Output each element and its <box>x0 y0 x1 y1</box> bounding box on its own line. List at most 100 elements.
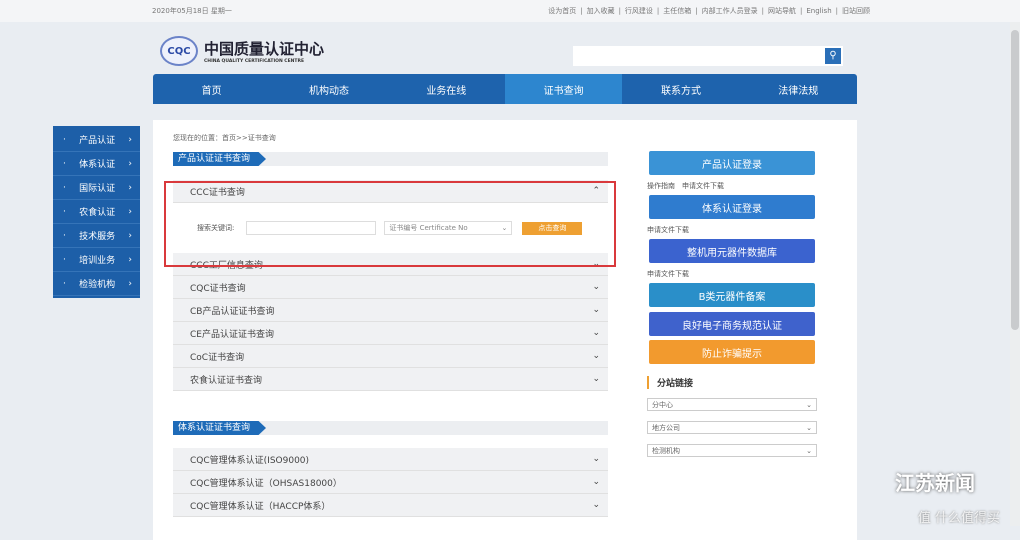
logo-cn: 中国质量认证中心 <box>204 40 325 58</box>
chevron-right-icon: › <box>128 158 132 169</box>
accordion-item-label: CQC管理体系认证（OHSAS18000） <box>190 478 342 489</box>
header: CQC 中国质量认证中心 CHINA QUALITY CERTIFICATION … <box>160 36 860 72</box>
sidebar-item-label: 检验机构 <box>79 280 116 290</box>
scrollbar-thumb[interactable] <box>1011 30 1019 330</box>
sidebar-item[interactable]: · 技术服务 › <box>53 224 140 248</box>
nav-item[interactable]: 机构动态 <box>270 74 387 104</box>
main-nav: 首页 机构动态 业务在线 证书查询 联系方式 法律法规 <box>153 74 857 104</box>
branch-links-title: 分站链接 <box>647 376 693 389</box>
chevron-right-icon: › <box>128 230 132 241</box>
test-org-select[interactable]: 检测机构 ⌄ <box>647 444 817 457</box>
chevron-down-icon: ⌄ <box>806 423 812 432</box>
sidebar-item-label: 产品认证 <box>79 136 116 146</box>
bullet-icon: · <box>63 158 66 169</box>
bullet-icon: · <box>63 206 66 217</box>
cqc-logo-icon: CQC <box>160 36 198 66</box>
section-title: 产品认证证书查询 <box>173 152 267 166</box>
sidebar-item[interactable]: · 检验机构 › <box>53 272 140 296</box>
bullet-icon: · <box>63 134 66 145</box>
bullet-icon: · <box>63 230 66 241</box>
divider: | <box>618 7 621 15</box>
bullet-icon: · <box>63 182 66 193</box>
nav-item[interactable]: 业务在线 <box>388 74 505 104</box>
breadcrumb: 您现在的位置：首页>>证书查询 <box>173 134 276 142</box>
accordion-item-label: CQC证书查询 <box>190 283 246 294</box>
scrollbar[interactable] <box>1010 22 1020 526</box>
ecommerce-cert-button[interactable]: 良好电子商务规范认证 <box>649 312 815 336</box>
chevron-right-icon: › <box>128 182 132 193</box>
accordion-item-label: CQC管理体系认证(ISO9000) <box>190 455 310 466</box>
accordion-item[interactable]: CQC证书查询 ⌄ <box>173 276 608 299</box>
sidebar-item[interactable]: · 农食认证 › <box>53 200 140 224</box>
watermark-sub: 值 什么值得买 <box>917 511 1000 526</box>
accordion-item-label: CQC管理体系认证（HACCP体系） <box>190 501 331 512</box>
accordion-item-label: 农食认证证书查询 <box>190 375 263 386</box>
chevron-down-icon: ⌄ <box>592 305 600 315</box>
bullet-icon: · <box>63 254 66 265</box>
top-link[interactable]: 网站导航 <box>768 7 796 15</box>
chevron-right-icon: › <box>128 206 132 217</box>
chevron-down-icon: ⌄ <box>592 328 600 338</box>
chevron-right-icon: › <box>128 134 132 145</box>
accordion-item-label: CB产品认证证书查询 <box>190 306 275 317</box>
download-link[interactable]: 申请文件下载 <box>647 269 689 279</box>
top-link[interactable]: 加入收藏 <box>587 7 615 15</box>
nav-item[interactable]: 法律法规 <box>740 74 857 104</box>
accordion-item[interactable]: CoC证书查询 ⌄ <box>173 345 608 368</box>
sidebar-item-label: 体系认证 <box>79 160 116 170</box>
top-bar: 2020年05月18日 星期一 设为首页 | 加入收藏 | 行风建设 | 主任信箱 | 内部工作… <box>0 0 1020 22</box>
section-title: 体系认证证书查询 <box>173 421 267 435</box>
chevron-right-icon: › <box>128 278 132 289</box>
sidebar-item[interactable]: · 培训业务 › <box>53 248 140 272</box>
accordion-item[interactable]: CB产品认证证书查询 ⌄ <box>173 299 608 322</box>
chevron-down-icon: ⌄ <box>592 282 600 292</box>
search-icon[interactable]: ⚲ <box>825 48 841 64</box>
chevron-down-icon: ⌄ <box>592 374 600 384</box>
divider: | <box>835 7 838 15</box>
component-database-button[interactable]: 整机用元器件数据库 <box>649 239 815 263</box>
sidebar-item-label: 培训业务 <box>79 256 116 266</box>
accordion-item[interactable]: 农食认证证书查询 ⌄ <box>173 368 608 391</box>
local-company-select[interactable]: 地方公司 ⌄ <box>647 421 817 434</box>
sidebar-item[interactable]: · 产品认证 › <box>53 128 140 152</box>
bullet-icon: · <box>63 278 66 289</box>
anti-fraud-button[interactable]: 防止诈骗提示 <box>649 340 815 364</box>
system-cert-login-button[interactable]: 体系认证登录 <box>649 195 815 219</box>
logo-en: CHINA QUALITY CERTIFICATION CENTRE <box>204 59 305 64</box>
top-link[interactable]: English <box>806 7 831 15</box>
divider: | <box>580 7 583 15</box>
accordion-item-label: CE产品认证证书查询 <box>190 329 274 340</box>
sidebar-item-label: 农食认证 <box>79 208 116 218</box>
chevron-down-icon: ⌄ <box>806 400 812 409</box>
chevron-down-icon: ⌄ <box>592 500 600 510</box>
top-link[interactable]: 行风建设 <box>625 7 653 15</box>
product-cert-login-button[interactable]: 产品认证登录 <box>649 151 815 175</box>
sidebar-item[interactable]: · 国际认证 › <box>53 176 140 200</box>
top-link[interactable]: 主任信箱 <box>663 7 691 15</box>
chevron-down-icon: ⌄ <box>592 454 600 464</box>
top-link[interactable]: 内部工作人员登录 <box>702 7 758 15</box>
divider: | <box>656 7 660 15</box>
nav-item[interactable]: 证书查询 <box>504 74 623 104</box>
site-search-input[interactable]: ⚲ <box>573 46 843 66</box>
top-link[interactable]: 设为首页 <box>548 7 576 15</box>
accordion-item[interactable]: CQC管理体系认证（HACCP体系） ⌄ <box>173 494 608 517</box>
accordion-item[interactable]: CE产品认证证书查询 ⌄ <box>173 322 608 345</box>
chevron-down-icon: ⌄ <box>592 477 600 487</box>
divider: | <box>761 7 764 15</box>
watermark: 江苏新闻 <box>895 471 975 495</box>
accordion-item[interactable]: CQC管理体系认证（OHSAS18000） ⌄ <box>173 471 608 494</box>
accordion-item-label: CoC证书查询 <box>190 352 245 363</box>
sidebar-item-label: 国际认证 <box>79 184 116 194</box>
top-link[interactable]: 旧站回顾 <box>842 7 870 15</box>
download-link[interactable]: 申请文件下载 <box>647 225 689 235</box>
sidebar-item[interactable]: · 体系认证 › <box>53 152 140 176</box>
guide-links[interactable]: 操作指南 申请文件下载 <box>647 181 724 191</box>
branch-select[interactable]: 分中心 ⌄ <box>647 398 817 411</box>
b-component-filing-button[interactable]: B类元器件备案 <box>649 283 815 307</box>
nav-item[interactable]: 联系方式 <box>622 74 739 104</box>
nav-item[interactable]: 首页 <box>153 74 270 104</box>
sidebar: · 产品认证 › · 体系认证 › · 国际认证 › · 农食认证 › · 技术服务 › · 培训业… <box>53 126 140 298</box>
chevron-down-icon: ⌄ <box>592 351 600 361</box>
accordion-item[interactable]: CQC管理体系认证(ISO9000) ⌄ <box>173 448 608 471</box>
